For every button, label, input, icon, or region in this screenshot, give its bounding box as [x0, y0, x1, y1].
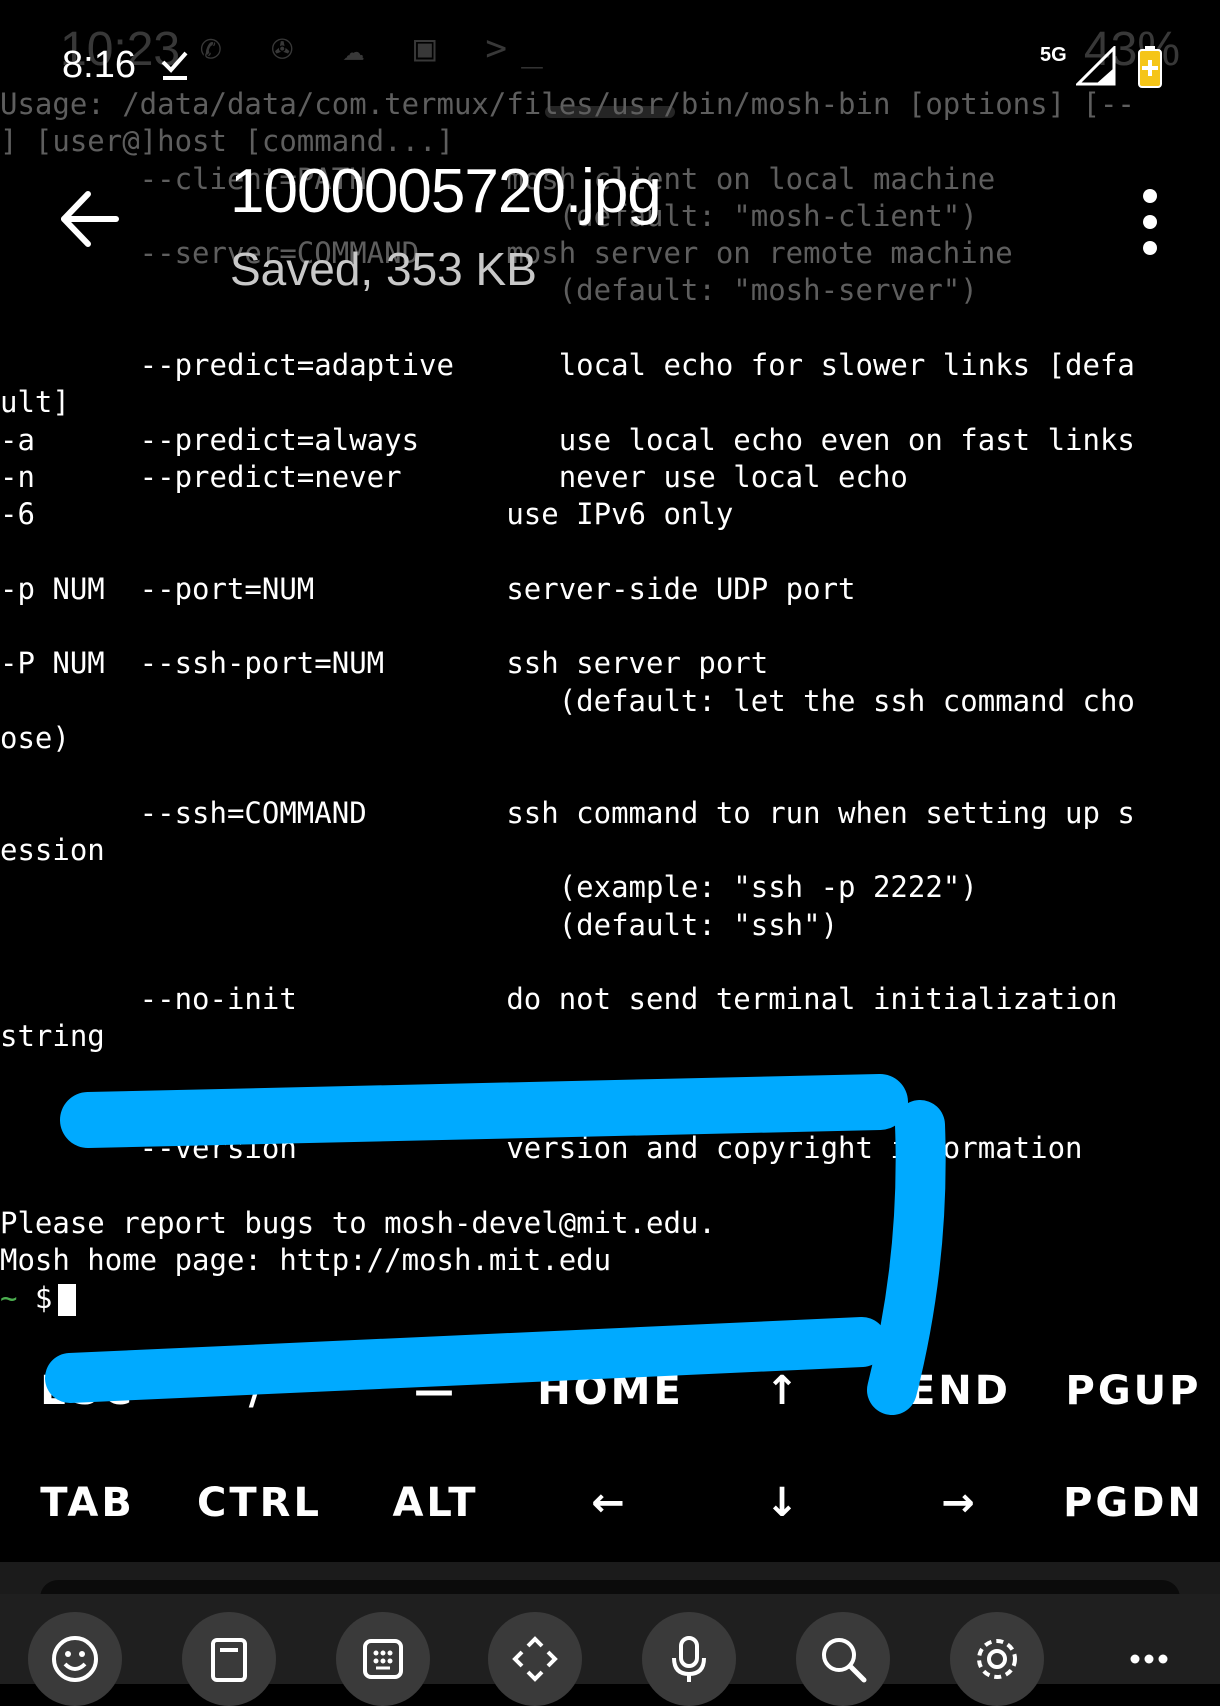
status-bar: 8:16 5G [0, 38, 1220, 98]
key-home[interactable]: HOME [523, 1368, 698, 1414]
key-down[interactable]: ↓ [696, 1480, 871, 1526]
terminal-line: -6 use IPv6 only [0, 497, 734, 532]
more-vertical-icon[interactable] [1130, 182, 1170, 262]
terminal-line: string [0, 1019, 105, 1054]
terminal-line: (default: "ssh") [0, 907, 839, 942]
terminal-line: Please report bugs to mosh-devel@mit.edu… [0, 1205, 716, 1240]
key-pgdn[interactable]: PGDN [1046, 1480, 1220, 1526]
key-slash[interactable]: / [170, 1368, 345, 1414]
terminal-line: --no-init do not send terminal initializ… [0, 982, 1118, 1017]
terminal-line: (example: "ssh -p 2222") [0, 870, 978, 905]
terminal-line: --predict=adaptive local echo for slower… [0, 348, 1135, 383]
terminal-line: ose) [0, 721, 70, 756]
terminal-line: -P NUM --ssh-port=NUM ssh server port [0, 646, 769, 681]
terminal-line: --version version and copyright informat… [0, 1131, 1083, 1166]
cell-signal-icon [1076, 46, 1116, 86]
terminal-line: --ssh=COMMAND ssh command to run when se… [0, 795, 1135, 830]
terminal-line: -p NUM --port=NUM server-side UDP port [0, 571, 856, 606]
file-name-title: 1000005720.jpg [230, 157, 662, 226]
bottom-toolbar [0, 1594, 1220, 1706]
key-right[interactable]: → [872, 1480, 1047, 1526]
settings-icon[interactable] [950, 1612, 1044, 1706]
keyboard-icon[interactable] [336, 1612, 430, 1706]
status-clock: 8:16 [62, 44, 136, 86]
key-ctrl[interactable]: CTRL [172, 1480, 347, 1526]
terminal-line: (default: let the ssh command cho [0, 683, 1135, 718]
key-dash[interactable]: — [348, 1368, 523, 1414]
terminal-cursor [58, 1283, 77, 1316]
terminal-line: ult] [0, 385, 70, 420]
terminal-line: ession [0, 832, 105, 867]
microphone-icon[interactable] [642, 1612, 736, 1706]
prompt-symbol: $ [17, 1280, 53, 1315]
file-save-status: Saved, 353 KB [230, 243, 537, 295]
key-tab[interactable]: TAB [0, 1480, 175, 1526]
battery-charging-icon [1138, 46, 1162, 88]
network-type-label: 5G [1040, 44, 1067, 66]
key-pgup[interactable]: PGUP [1046, 1368, 1220, 1414]
key-esc[interactable]: ESC [0, 1368, 175, 1414]
emoji-icon[interactable] [28, 1612, 122, 1706]
more-horizontal-icon[interactable] [1102, 1612, 1196, 1706]
terminal-line: -a --predict=always use local echo even … [0, 422, 1135, 457]
arrow-left-icon[interactable] [56, 186, 122, 252]
key-up[interactable]: ↑ [696, 1368, 871, 1414]
terminal-line: -n --predict=never never use local echo [0, 459, 908, 494]
download-done-icon [161, 51, 188, 80]
terminal-prompt[interactable]: ~ $ [0, 1280, 1220, 1317]
key-alt[interactable]: ALT [348, 1480, 523, 1526]
search-icon[interactable] [796, 1612, 890, 1706]
prompt-tilde: ~ [0, 1280, 18, 1315]
clipboard-icon[interactable] [182, 1612, 276, 1706]
extra-keys-bar: ESC / — HOME ↑ END PGUP TAB CTRL ALT ← ↓… [0, 1340, 1220, 1560]
move-icon[interactable] [488, 1612, 582, 1706]
viewer-header: 1000005720.jpg Saved, 353 KB [0, 150, 1220, 310]
terminal-line: Mosh home page: http://mosh.mit.edu [0, 1243, 612, 1278]
key-end[interactable]: END [872, 1368, 1047, 1414]
key-left[interactable]: ← [522, 1480, 697, 1526]
